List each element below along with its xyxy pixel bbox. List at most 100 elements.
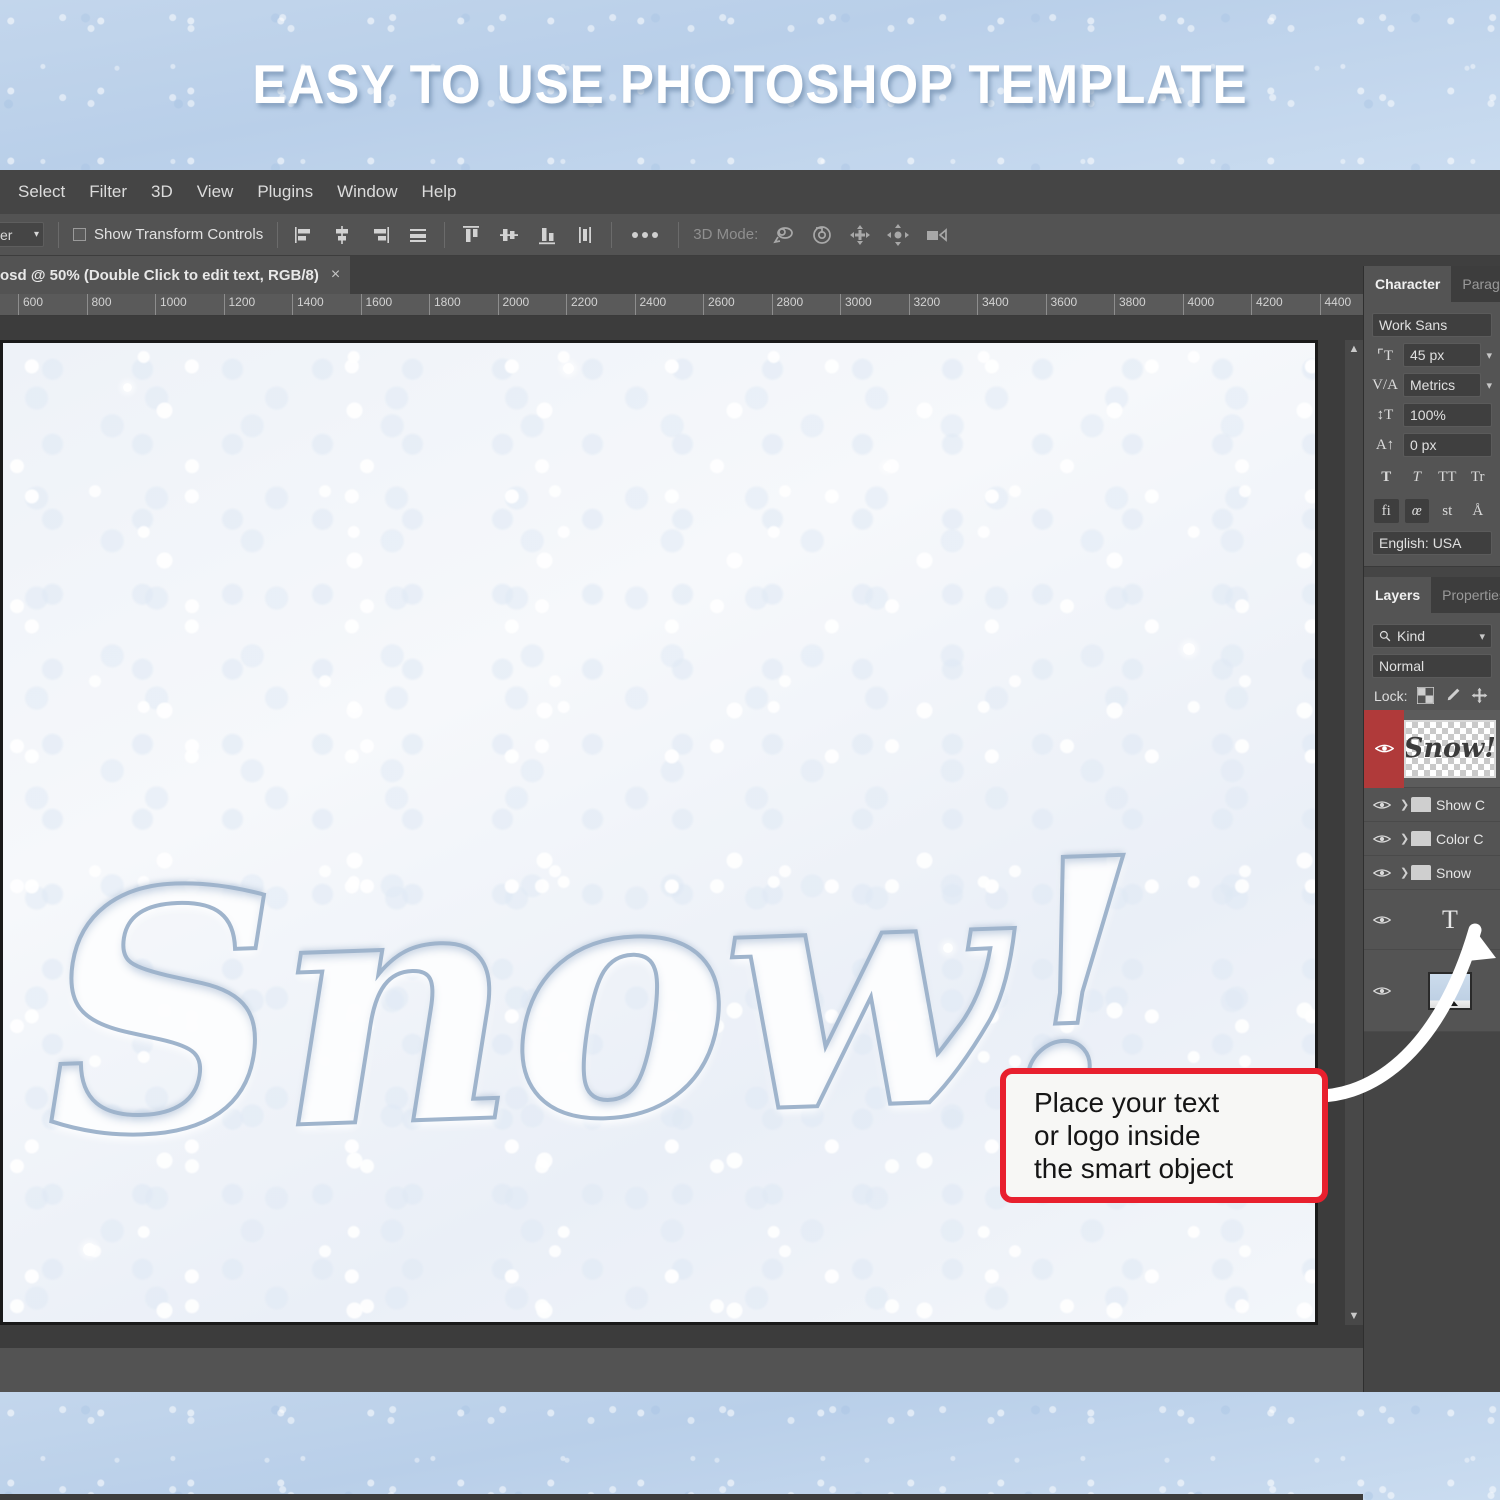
- layer-visibility-toggle[interactable]: [1364, 822, 1400, 856]
- align-right-edges-icon[interactable]: [368, 223, 392, 247]
- lock-position-icon[interactable]: [1471, 687, 1488, 704]
- layer-visibility-toggle[interactable]: [1364, 890, 1400, 950]
- distribute-icon[interactable]: [573, 223, 597, 247]
- layer-filter-dropdown[interactable]: Kind ▾: [1372, 624, 1492, 648]
- language-field[interactable]: English: USA: [1372, 531, 1492, 555]
- horizontal-ruler[interactable]: ˄ 60080010001200140016001800200022002400…: [0, 294, 1500, 316]
- roll-3d-icon[interactable]: [810, 223, 834, 247]
- chevron-down-icon[interactable]: ▾: [1486, 349, 1492, 362]
- menu-bar: Select Filter 3D View Plugins Window Hel…: [0, 170, 1500, 214]
- chevron-down-icon[interactable]: ▾: [1479, 630, 1485, 643]
- vertical-scale-field[interactable]: 100%: [1403, 403, 1492, 427]
- chevron-right-icon[interactable]: ❯: [1400, 798, 1411, 811]
- align-left-edges-icon[interactable]: [292, 223, 316, 247]
- scroll-down-icon[interactable]: ▼: [1345, 1307, 1363, 1325]
- align-top-edges-icon[interactable]: [459, 223, 483, 247]
- layer-visibility-toggle[interactable]: [1364, 788, 1400, 822]
- blend-mode-dropdown[interactable]: Normal: [1372, 654, 1492, 678]
- layer-filter-value: Kind: [1397, 628, 1426, 644]
- layer-select-dropdown[interactable]: yer ▾: [0, 222, 44, 247]
- kerning-icon: V/A: [1372, 376, 1398, 393]
- snow-headline-text[interactable]: Snow!: [35, 783, 1149, 1213]
- more-options-button[interactable]: [626, 231, 664, 238]
- ruler-tick: 600: [18, 294, 43, 315]
- align-vertical-centers-icon[interactable]: [497, 223, 521, 247]
- character-panel-body: Work Sans ⌜T 45 px ▾ V/A Metrics ▾ ↕T 10…: [1364, 302, 1500, 566]
- lock-row: Lock:: [1364, 681, 1500, 710]
- scroll-up-icon[interactable]: ▲: [1345, 340, 1363, 358]
- tab-character[interactable]: Character: [1364, 266, 1452, 302]
- kerning-field[interactable]: Metrics: [1403, 373, 1482, 397]
- right-panel-dock: Character Paragr Work Sans ⌜T 45 px ▾ V/…: [1363, 266, 1500, 1392]
- layer-row[interactable]: Snow!: [1364, 709, 1500, 788]
- baseline-shift-field[interactable]: 0 px: [1403, 433, 1492, 457]
- orbit-3d-icon[interactable]: [772, 223, 796, 247]
- align-horizontal-centers-icon[interactable]: [330, 223, 354, 247]
- chevron-right-icon[interactable]: ❯: [1400, 832, 1411, 845]
- menu-item-window[interactable]: Window: [325, 178, 409, 206]
- lock-image-pixels-icon[interactable]: [1444, 687, 1461, 704]
- tab-properties[interactable]: Properties: [1431, 577, 1500, 613]
- swash-button[interactable]: Å: [1466, 499, 1491, 523]
- layer-visibility-toggle[interactable]: [1364, 709, 1404, 788]
- signature-text[interactable]: by Andrew Skoch: [379, 1311, 790, 1322]
- menu-item-filter[interactable]: Filter: [77, 178, 139, 206]
- faux-italic-button[interactable]: T: [1405, 465, 1430, 489]
- menu-item-3d[interactable]: 3D: [139, 178, 185, 206]
- chevron-down-icon: ▾: [33, 229, 39, 240]
- lock-transparent-pixels-icon[interactable]: [1417, 687, 1435, 704]
- chevron-down-icon[interactable]: ▾: [1486, 379, 1492, 392]
- eye-icon: [1373, 915, 1391, 924]
- document-tab-bar: osd @ 50% (Double Click to edit text, RG…: [0, 256, 1500, 294]
- align-centers-icon[interactable]: [406, 223, 430, 247]
- show-transform-controls-checkbox[interactable]: Show Transform Controls: [73, 226, 263, 243]
- discretionary-ligatures-button[interactable]: st: [1435, 499, 1460, 523]
- align-bottom-edges-icon[interactable]: [535, 223, 559, 247]
- folder-icon: [1411, 865, 1431, 880]
- layer-row[interactable]: [1364, 950, 1500, 1032]
- ruler-tick: 800: [86, 294, 112, 315]
- faux-bold-button[interactable]: T: [1374, 465, 1399, 489]
- layer-visibility-toggle[interactable]: [1364, 950, 1400, 1032]
- font-size-field[interactable]: 45 px: [1403, 343, 1482, 367]
- layer-row[interactable]: T: [1364, 890, 1500, 950]
- font-size-icon: ⌜T: [1376, 347, 1394, 364]
- menu-item-plugins[interactable]: Plugins: [245, 178, 325, 206]
- layer-row[interactable]: ❯ Color C: [1364, 822, 1500, 856]
- close-icon[interactable]: ×: [331, 266, 340, 284]
- ruler-tick: 2800: [771, 294, 803, 315]
- contextual-alternates-button[interactable]: œ: [1404, 499, 1429, 523]
- menu-item-select[interactable]: Select: [6, 178, 77, 206]
- standard-ligatures-button[interactable]: fi: [1374, 499, 1399, 523]
- snowflake: [123, 383, 132, 392]
- divider: [444, 221, 446, 248]
- callout-box: Place your text or logo inside the smart…: [1000, 1068, 1328, 1203]
- ruler-tick: 2400: [634, 294, 666, 315]
- status-bar: ppi) › ‹ ›: [0, 1494, 1363, 1500]
- slide-3d-icon[interactable]: [886, 223, 910, 247]
- vertical-scale-icon: ↕T: [1376, 406, 1394, 423]
- layer-row[interactable]: ❯ Snow: [1364, 856, 1500, 890]
- font-style-row: T T TT Tr: [1364, 460, 1500, 494]
- camera-3d-icon[interactable]: [924, 223, 948, 247]
- blend-mode-row: Normal: [1364, 651, 1500, 681]
- layer-name: Show C: [1436, 796, 1486, 813]
- small-caps-button[interactable]: Tr: [1466, 465, 1491, 489]
- background-layer-thumbnail[interactable]: [1428, 971, 1472, 1010]
- document-tab[interactable]: osd @ 50% (Double Click to edit text, RG…: [0, 256, 351, 294]
- layer-thumbnail[interactable]: Snow!: [1404, 719, 1496, 778]
- menu-item-view[interactable]: View: [185, 178, 246, 206]
- layer-row[interactable]: ❯ Show C: [1364, 788, 1500, 822]
- layer-visibility-toggle[interactable]: [1364, 856, 1400, 890]
- menu-item-help[interactable]: Help: [410, 178, 469, 206]
- divider: [678, 221, 680, 248]
- tab-layers[interactable]: Layers: [1364, 577, 1432, 613]
- pan-3d-icon[interactable]: [848, 223, 872, 247]
- chevron-right-icon[interactable]: ❯: [1400, 866, 1411, 879]
- canvas-vertical-scrollbar[interactable]: ▲ ▼: [1345, 340, 1363, 1325]
- tab-paragraph[interactable]: Paragr: [1451, 266, 1500, 302]
- ruler-tick: 1400: [292, 294, 324, 315]
- eye-icon: [1373, 868, 1391, 877]
- font-family-field[interactable]: Work Sans: [1372, 313, 1492, 337]
- all-caps-button[interactable]: TT: [1435, 465, 1460, 489]
